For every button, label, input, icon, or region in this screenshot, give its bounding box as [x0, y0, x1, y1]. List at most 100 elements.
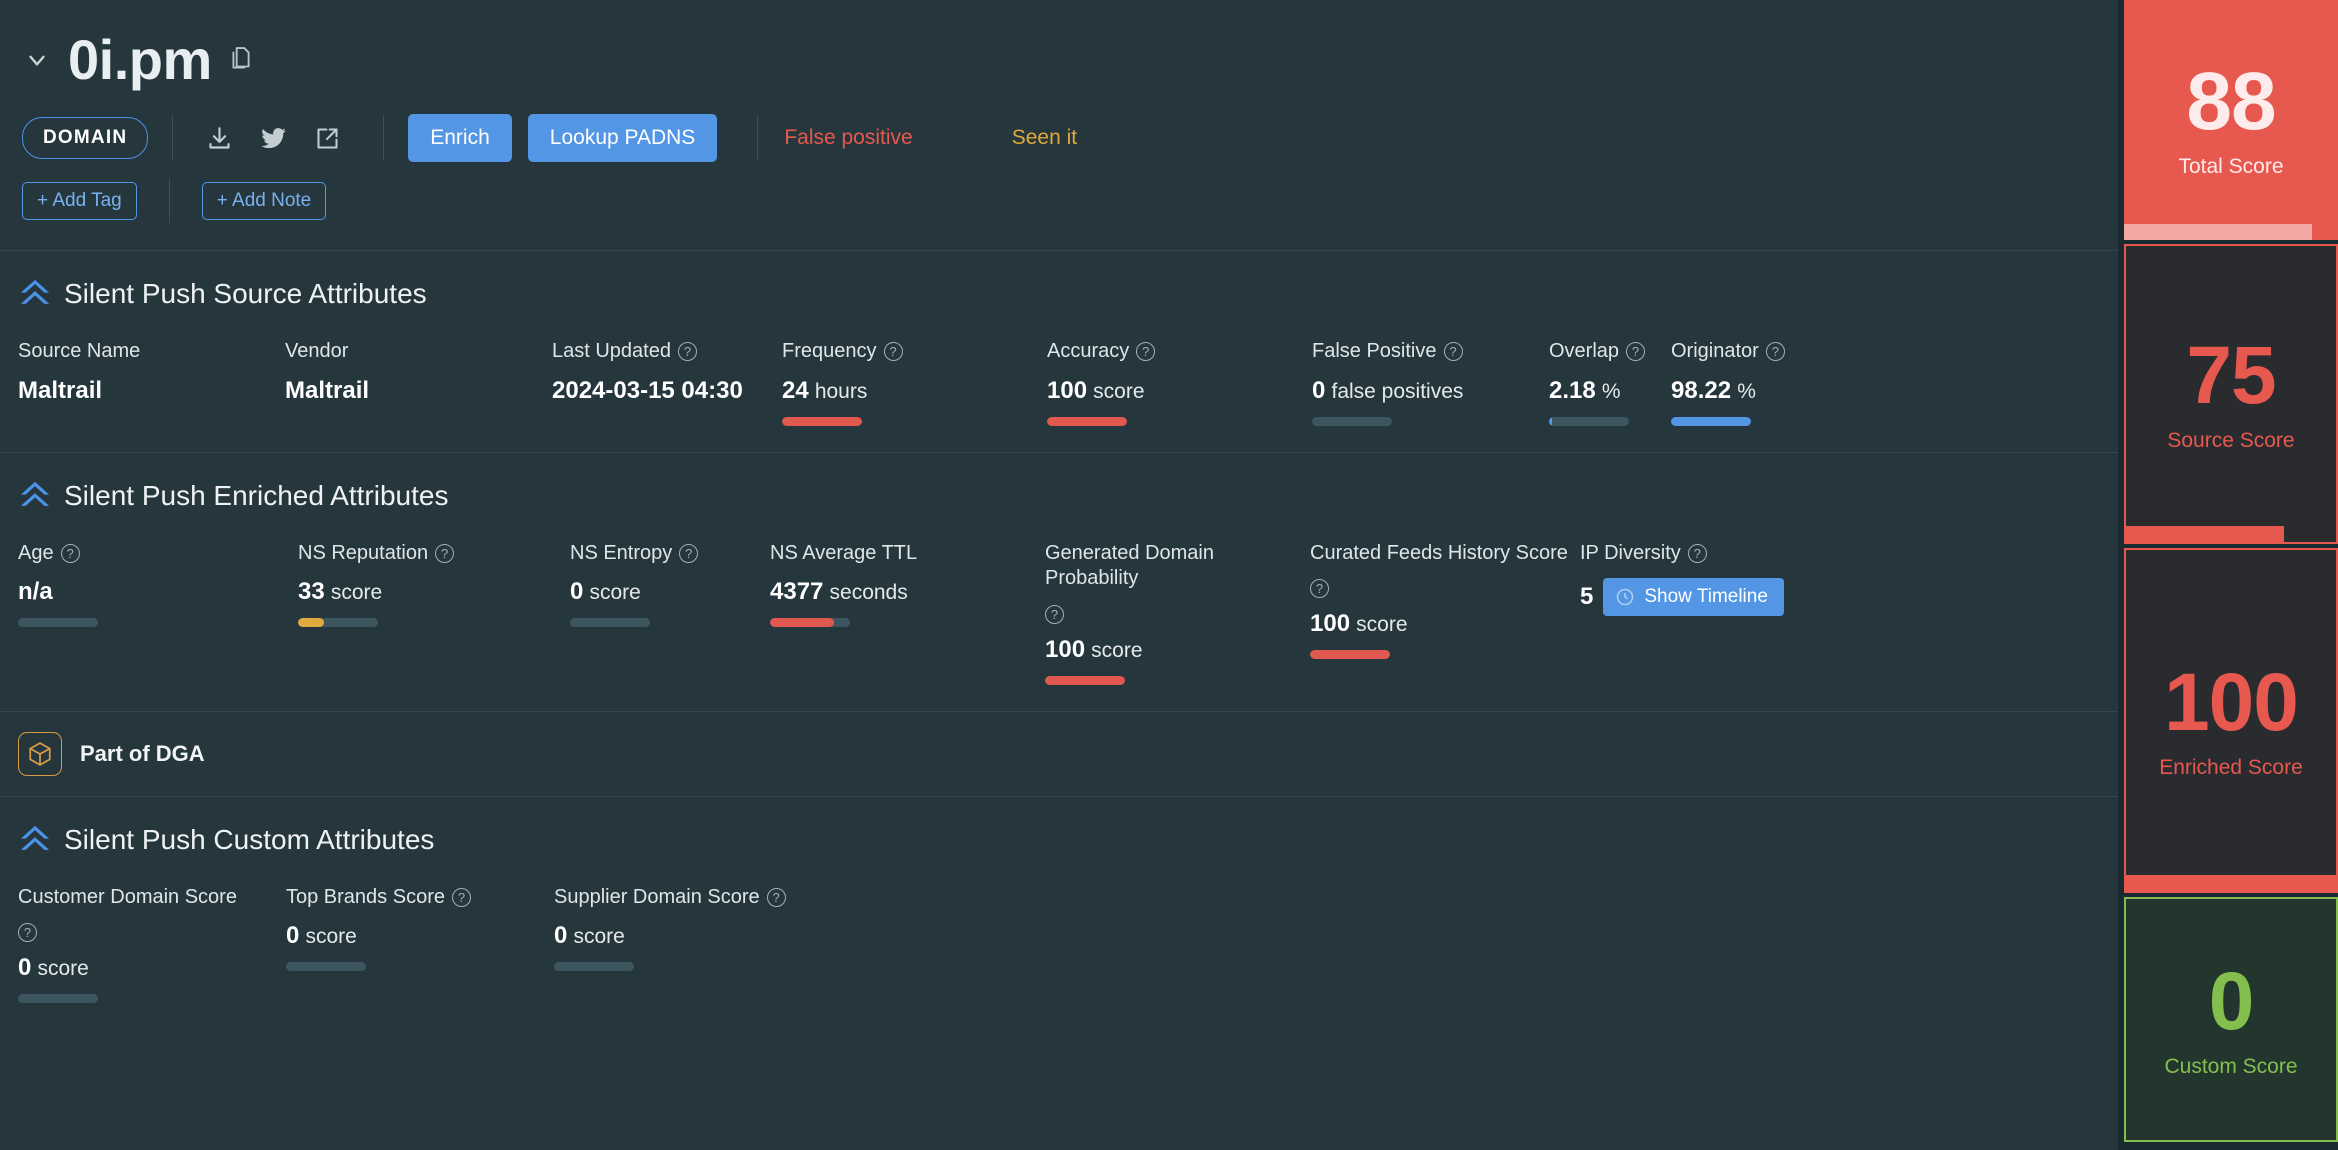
- help-icon[interactable]: ?: [1765, 342, 1785, 361]
- copy-document-icon[interactable]: [228, 43, 258, 77]
- attribute-label: Curated Feeds History Score?: [1310, 541, 1568, 599]
- attribute-value: 4377 seconds: [770, 578, 908, 606]
- source-score-value: 75: [2186, 330, 2276, 421]
- attribute-item: Frequency? 24 hours: [782, 339, 1047, 426]
- attribute-label: NS Entropy?: [570, 541, 770, 567]
- twitter-icon[interactable]: [251, 116, 295, 160]
- help-icon[interactable]: ?: [679, 543, 699, 563]
- help-icon[interactable]: ?: [883, 342, 903, 361]
- attribute-bar: [18, 618, 98, 628]
- help-icon[interactable]: ?: [60, 543, 80, 563]
- help-icon[interactable]: ?: [18, 923, 37, 943]
- section-header: Silent Push Enriched Attributes: [18, 479, 2100, 513]
- page-title: 0i.pm: [68, 28, 212, 91]
- silent-push-chevrons-icon: [20, 825, 50, 850]
- actions-row: DOMAIN Enrich Lookup PADNS False positiv…: [18, 110, 2100, 166]
- custom-score-value: 0: [2208, 955, 2255, 1047]
- attribute-label: Top Brands Score?: [286, 885, 554, 911]
- help-icon[interactable]: ?: [1136, 342, 1156, 361]
- attribute-label: Frequency?: [782, 339, 1047, 365]
- cube-package-icon: [18, 731, 62, 776]
- source-attributes-grid: Source Name Maltrail Vendor Maltrail Last Up…: [18, 339, 2100, 426]
- attribute-value: 100 score: [1310, 610, 1408, 638]
- attribute-value: 0 score: [554, 922, 625, 950]
- attribute-label: Age?: [18, 541, 298, 567]
- divider: [172, 116, 174, 160]
- show-timeline-button[interactable]: Show Timeline: [1603, 578, 1784, 617]
- help-icon[interactable]: ?: [1687, 543, 1707, 563]
- add-note-button[interactable]: + Add Note: [201, 182, 327, 220]
- rail-spacer: [2124, 1142, 2338, 1150]
- attribute-item: Generated Domain Probability? 100 score: [1045, 541, 1310, 685]
- help-icon[interactable]: ?: [1310, 579, 1329, 599]
- enrich-button[interactable]: Enrich: [408, 114, 512, 162]
- attribute-item: Top Brands Score? 0 score: [286, 885, 554, 972]
- show-timeline-label: Show Timeline: [1644, 586, 1768, 608]
- total-score-fill: [2124, 224, 2313, 240]
- external-link-icon[interactable]: [305, 116, 349, 160]
- custom-attributes-section: Silent Push Custom Attributes Customer D…: [0, 795, 2118, 1030]
- attribute-value: 0 score: [286, 922, 357, 950]
- attribute-item: Age? n/a: [18, 541, 298, 628]
- attribute-value: Maltrail: [285, 376, 370, 404]
- help-icon[interactable]: ?: [1045, 604, 1064, 624]
- section-title: Silent Push Custom Attributes: [64, 823, 435, 855]
- help-icon[interactable]: ?: [1443, 342, 1463, 361]
- attribute-item: Last Updated? 2024-03-15 04:30: [552, 339, 782, 405]
- main-content: 0i.pm DOMAIN Enrich Lookup PADNS False p…: [0, 0, 2118, 1150]
- attribute-value: 0 score: [18, 954, 89, 982]
- help-icon[interactable]: ?: [451, 887, 471, 907]
- attribute-label: Overlap?: [1549, 339, 1671, 365]
- false-positive-link[interactable]: False positive: [782, 118, 914, 158]
- section-title: Silent Push Source Attributes: [64, 278, 427, 309]
- attribute-item: Originator? 98.22 %: [1671, 339, 1871, 426]
- section-header: Silent Push Source Attributes: [18, 277, 2100, 311]
- attribute-bar: [18, 994, 98, 1004]
- attribute-label: Generated Domain Probability?: [1045, 541, 1214, 624]
- attribute-value: 0 score: [570, 578, 641, 606]
- part-of-dga-row: Part of DGA: [0, 710, 2118, 796]
- attribute-item: Curated Feeds History Score? 100 score: [1310, 541, 1580, 660]
- source-score-label: Source Score: [2167, 429, 2295, 452]
- attribute-item-ip-diversity: IP Diversity? 5 Show Timeline: [1580, 541, 1880, 617]
- attribute-bar: [1549, 416, 1629, 426]
- attribute-item: Source Name Maltrail: [18, 339, 285, 405]
- attribute-label: NS Reputation?: [298, 541, 570, 567]
- chevron-down-icon[interactable]: [22, 45, 52, 75]
- source-attributes-section: Silent Push Source Attributes Source Nam…: [0, 250, 2118, 452]
- title-row: 0i.pm: [18, 18, 2100, 102]
- help-icon[interactable]: ?: [766, 887, 786, 907]
- custom-score-label: Custom Score: [2164, 1054, 2298, 1078]
- help-icon[interactable]: ?: [1626, 342, 1646, 361]
- type-badge-domain[interactable]: DOMAIN: [22, 117, 149, 159]
- attribute-label: Vendor: [285, 340, 349, 362]
- seen-it-link[interactable]: Seen it: [1010, 118, 1079, 158]
- enriched-attributes-grid: Age? n/a NS Reputation? 33 score NS Entropy?…: [18, 541, 2100, 685]
- help-icon[interactable]: ?: [677, 342, 697, 361]
- total-score-card: 88 Total Score: [2124, 0, 2338, 240]
- help-icon[interactable]: ?: [435, 543, 455, 563]
- attribute-bar: [286, 962, 366, 972]
- custom-score-card: 0 Custom Score: [2124, 897, 2338, 1142]
- attribute-value: 100 score: [1045, 635, 1143, 663]
- total-score-value: 88: [2186, 56, 2276, 147]
- part-of-dga-label: Part of DGA: [80, 740, 205, 766]
- attribute-label: Accuracy?: [1047, 339, 1312, 365]
- source-score-fill: [2126, 526, 2284, 542]
- attribute-label: Supplier Domain Score?: [554, 885, 854, 911]
- attribute-bar: [1045, 675, 1125, 685]
- silent-push-chevrons-icon: [20, 279, 50, 304]
- download-icon[interactable]: [197, 116, 241, 160]
- attribute-label: IP Diversity?: [1580, 541, 1880, 567]
- ip-diversity-row: 5 Show Timeline: [1580, 578, 1880, 617]
- clock-icon: [1617, 588, 1634, 606]
- section-title: Silent Push Enriched Attributes: [64, 479, 449, 511]
- attribute-value: Maltrail: [18, 376, 103, 404]
- ip-diversity-value: 5: [1580, 583, 1594, 611]
- custom-attributes-grid: Customer Domain Score? 0 score Top Brands …: [18, 885, 2100, 1004]
- attribute-item: False Positive? 0 false positives: [1312, 339, 1549, 426]
- lookup-padns-button[interactable]: Lookup PADNS: [527, 114, 718, 162]
- add-tag-button[interactable]: + Add Tag: [22, 182, 137, 220]
- attribute-label: False Positive?: [1312, 339, 1549, 365]
- attribute-value: n/a: [18, 578, 53, 606]
